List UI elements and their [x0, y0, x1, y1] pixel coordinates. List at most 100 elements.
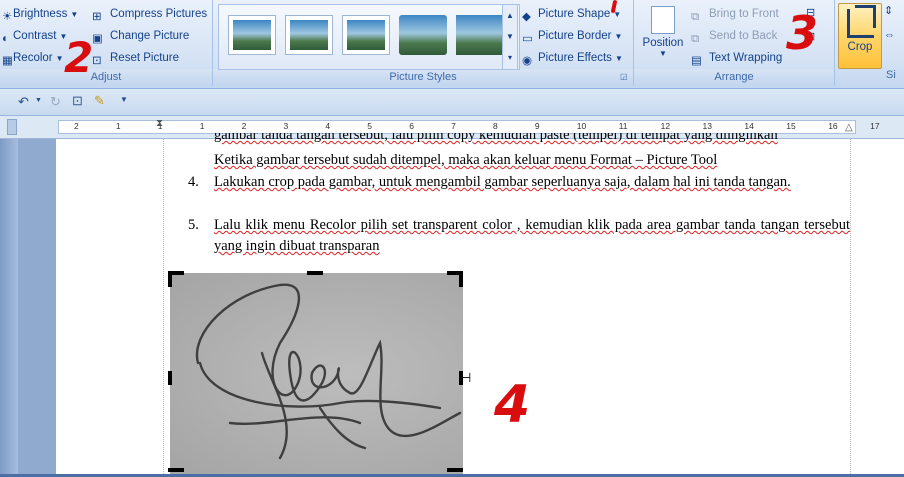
picture-border-button[interactable]: ▭ Picture Border ▼: [522, 26, 622, 46]
ruler-number: 1: [115, 121, 121, 131]
ruler-number: 2: [74, 121, 79, 131]
brightness-icon: ☀: [2, 11, 13, 23]
thumbnail-image: [290, 20, 328, 50]
style-thumbnail[interactable]: [228, 15, 276, 55]
adjust-group: ☀Brightness ▼ ◐ Contrast ▼ ▦Recolor ▼ ⊞ Compr…: [0, 0, 213, 86]
crop-handle-top[interactable]: [307, 271, 323, 275]
signature-drawing: [195, 283, 462, 460]
crop-handle-bl[interactable]: [168, 468, 184, 472]
margin-guide: [850, 139, 852, 474]
ruler-number: 6: [409, 121, 414, 131]
position-icon: [651, 6, 675, 34]
size-controls: ⇕ ⇔: [884, 4, 904, 64]
size-group-label: Si: [886, 69, 896, 81]
chevron-down-icon: ▼: [614, 32, 623, 41]
compress-pictures-button[interactable]: ⊞ Compress Pictures: [92, 4, 207, 24]
customize-toolbar-icon[interactable]: ▼: [120, 95, 128, 104]
crop-handle-left[interactable]: [168, 371, 172, 385]
indent-marker-icon[interactable]: ⧗: [156, 118, 163, 129]
contrast-button[interactable]: ◐ Contrast ▼: [2, 26, 67, 46]
change-picture-button[interactable]: ▣ Change Picture: [92, 26, 189, 46]
picture-styles-label: Picture Styles: [213, 69, 633, 86]
reset-picture-button[interactable]: ⊡ Reset Picture: [92, 48, 179, 68]
text-wrapping-button[interactable]: ▤ Text Wrapping: [691, 48, 782, 68]
crop-handle-br[interactable]: [447, 468, 463, 472]
crop-handle-tr[interactable]: [459, 271, 463, 287]
picture-styles-gallery: [218, 4, 520, 70]
dialog-launcher-icon[interactable]: ◲: [620, 72, 628, 81]
contrast-icon: ◐: [2, 33, 9, 45]
effects-icon: ◉: [522, 55, 533, 67]
undo-icon[interactable]: ↶: [18, 94, 29, 110]
thumbnail-image: [399, 15, 447, 55]
reset-picture-icon: ⊡: [92, 55, 102, 67]
ruler-number: 5: [367, 121, 373, 131]
style-thumbnail[interactable]: [342, 15, 390, 55]
chevron-down-icon: ▼: [659, 49, 667, 58]
ruler-number: 12: [660, 121, 671, 131]
undo-dropdown-icon[interactable]: ▼: [35, 97, 42, 104]
ruler-number: 17: [870, 121, 880, 131]
ruler-number: 9: [534, 121, 540, 131]
ruler-number: 7: [451, 121, 456, 131]
arrange-group-label: Arrange: [634, 69, 834, 86]
adjust-group-label: Adjust: [0, 69, 212, 86]
chevron-down-icon: ▼: [70, 10, 79, 19]
position-button[interactable]: Position ▼: [640, 4, 686, 58]
gallery-more-icon[interactable]: ▾: [503, 47, 517, 68]
ruler-number: 3: [283, 121, 289, 131]
quick-access-toolbar: ↶ ▼ ↻ ⊡ ✎ ▼: [0, 89, 904, 116]
ruler-track: [58, 120, 856, 134]
style-thumbnail[interactable]: [399, 15, 447, 55]
annotation-2: 2: [64, 33, 94, 82]
ruler-number: 10: [576, 121, 587, 131]
ruler-number: 1: [199, 121, 205, 131]
annotation-4: 4: [494, 375, 531, 435]
style-thumbnail[interactable]: [456, 15, 504, 55]
ribbon: ☀Brightness ▼ ◐ Contrast ▼ ▦Recolor ▼ ⊞ Compr…: [0, 0, 904, 89]
thumbnail-image: [233, 20, 271, 50]
style-thumbnail[interactable]: [285, 15, 333, 55]
redo-icon[interactable]: ↻: [50, 94, 61, 110]
right-indent-icon[interactable]: △: [845, 122, 853, 133]
tab-selector-icon[interactable]: [7, 119, 17, 135]
ruler-number: 15: [786, 121, 796, 131]
ruler-number: 2: [241, 121, 247, 131]
vertical-ruler: [0, 139, 18, 474]
ruler-number: 14: [744, 121, 754, 131]
height-icon[interactable]: ⇕: [884, 4, 904, 17]
border-box-icon[interactable]: ⊡: [72, 93, 83, 109]
shape-icon: ◆: [522, 11, 531, 23]
send-to-back-button[interactable]: ⧉ Send to Back: [691, 26, 777, 46]
ruler-number: 4: [325, 121, 331, 131]
thumbnail-image: [456, 15, 504, 55]
scroll-up-icon[interactable]: ▲: [503, 5, 517, 26]
crop-button[interactable]: Crop: [838, 3, 882, 69]
picture-effects-button[interactable]: ◉ Picture Effects ▼: [522, 48, 623, 68]
resize-cursor-icon: ⊣: [460, 370, 472, 385]
recolor-button[interactable]: ▦Recolor ▼: [2, 48, 64, 68]
text-wrap-icon: ▤: [691, 55, 702, 67]
thumbnail-image: [347, 20, 385, 50]
border-icon: ▭: [522, 33, 533, 45]
ruler-number: 16: [828, 121, 838, 131]
compress-icon: ⊞: [92, 11, 102, 23]
brightness-button[interactable]: ☀Brightness ▼: [2, 4, 78, 24]
bring-front-icon: ⧉: [691, 11, 700, 23]
change-picture-icon: ▣: [92, 33, 103, 45]
annotation-3: 3: [786, 6, 819, 60]
signature-image[interactable]: [170, 273, 463, 474]
chevron-down-icon: ▼: [614, 54, 623, 63]
crop-handle-tl[interactable]: [168, 271, 172, 287]
scroll-down-icon[interactable]: ▼: [503, 26, 517, 47]
ruler-number: 11: [618, 121, 628, 131]
ruler-number: 13: [702, 121, 712, 131]
picture-shape-button[interactable]: ◆ Picture Shape ▼: [522, 4, 621, 24]
gallery-scroll[interactable]: ▲ ▼ ▾: [502, 4, 518, 70]
format-painter-icon[interactable]: ✎: [94, 93, 105, 109]
recolor-icon: ▦: [2, 55, 13, 67]
ruler-number: 8: [493, 121, 498, 131]
width-icon[interactable]: ⇔: [884, 29, 904, 41]
send-back-icon: ⧉: [691, 33, 700, 45]
bring-to-front-button[interactable]: ⧉ Bring to Front: [691, 4, 779, 24]
